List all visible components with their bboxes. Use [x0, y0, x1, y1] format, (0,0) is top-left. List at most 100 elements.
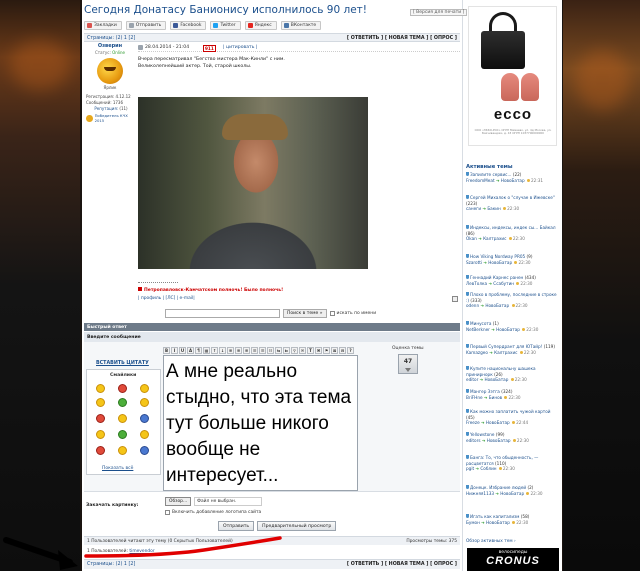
smile-icon[interactable]: [140, 398, 149, 407]
topic-author-link[interactable]: editors: [466, 438, 481, 443]
editor-toolbar-button[interactable]: ↓: [219, 346, 226, 354]
smile-icon[interactable]: [140, 384, 149, 393]
editor-toolbar-button[interactable]: ☰: [251, 346, 258, 354]
editor-toolbar-button[interactable]: I: [171, 346, 178, 354]
topic-last-poster-link[interactable]: Калтрахис: [494, 350, 517, 355]
active-topic-link[interactable]: How Viking Nordway PR05: [466, 254, 525, 259]
topic-last-poster-link[interactable]: НовоБатар: [486, 420, 510, 425]
editor-toolbar-button[interactable]: ≡: [243, 346, 250, 354]
topic-author-link[interactable]: Freeze: [466, 420, 480, 425]
topic-actions[interactable]: [ ОТВЕТИТЬ ] [ НОВАЯ ТЕМА ] [ ОПРОС ]: [347, 562, 457, 567]
active-topic-link[interactable]: Yellowstone: [466, 432, 495, 437]
smile-icon[interactable]: [140, 446, 149, 455]
topic-author-link[interactable]: pgit: [466, 466, 474, 471]
topic-rating-select[interactable]: 47: [398, 354, 418, 374]
preview-button[interactable]: Предварительный просмотр: [257, 521, 337, 531]
topic-last-poster-link[interactable]: НовоБатар: [485, 377, 509, 382]
topic-last-poster-link[interactable]: НовоБатар: [485, 303, 509, 308]
search-by-name-checkbox[interactable]: искать по имени: [329, 311, 376, 316]
insert-quote-link[interactable]: ВСТАВИТЬ ЦИТАТУ: [96, 361, 149, 366]
topic-last-poster-link[interactable]: НовоБатар: [487, 438, 511, 443]
active-topic-link[interactable]: Минусота: [466, 321, 491, 326]
topic-author-link[interactable]: Бумон: [466, 520, 480, 525]
quote-link[interactable]: | цитировать |: [223, 45, 257, 50]
topic-author-link[interactable]: odenn: [466, 303, 479, 308]
active-topic-link[interactable]: Индексы, индексы, индек сы... Байкал: [466, 225, 556, 230]
editor-toolbar-button[interactable]: ⚑: [323, 346, 330, 354]
editor-toolbar-button[interactable]: A: [187, 346, 194, 354]
browse-file-button[interactable]: Обзор...: [165, 497, 192, 506]
editor-toolbar-button[interactable]: ⚲: [291, 346, 298, 354]
editor-toolbar-button[interactable]: ↑: [211, 346, 218, 354]
topic-author-link[interactable]: BriFHne: [466, 395, 483, 400]
editor-toolbar-button[interactable]: ≡: [235, 346, 242, 354]
active-topic-link[interactable]: Геннадий Карнес ранен: [466, 275, 523, 280]
smile-icon[interactable]: [140, 414, 149, 423]
share-bookmark-button[interactable]: Закладки: [84, 21, 122, 30]
add-logo-checkbox[interactable]: Включить добавление логотипа сайта: [165, 510, 261, 515]
topic-last-poster-link[interactable]: Калтрахис: [483, 236, 506, 241]
share-twitter-button[interactable]: Twitter: [210, 21, 241, 30]
smile-icon[interactable]: [118, 398, 127, 407]
topic-author-link[interactable]: FreedomMeat: [466, 178, 495, 183]
topic-author-link[interactable]: editor: [466, 377, 478, 382]
smile-icon[interactable]: [96, 398, 105, 407]
editor-toolbar-button[interactable]: ▦: [203, 346, 210, 354]
editor-toolbar-button[interactable]: ≡: [227, 346, 234, 354]
active-topic-link[interactable]: Как можно заплатить чужой картой: [466, 409, 551, 414]
topic-last-poster-link[interactable]: НовоБатар: [501, 178, 525, 183]
editor-toolbar-button[interactable]: ☰: [259, 346, 266, 354]
smile-icon[interactable]: [96, 430, 105, 439]
smile-icon[interactable]: [118, 430, 127, 439]
topic-last-poster-link[interactable]: НовоБатар: [500, 491, 524, 496]
print-version-link[interactable]: [ Версия для печати ]: [410, 9, 468, 16]
send-button[interactable]: Отправить: [218, 521, 255, 531]
pagination-links[interactable]: Страницы: (2) 1 [2]: [87, 36, 135, 41]
scroll-top-icon[interactable]: [452, 296, 458, 302]
editor-toolbar-button[interactable]: ☷: [267, 346, 274, 354]
active-topic-link[interactable]: Мангер Зэтга: [466, 389, 500, 394]
smile-icon[interactable]: [118, 384, 127, 393]
share-send-button[interactable]: Отправить: [125, 21, 167, 30]
topic-author-link[interactable]: Нижняя1133: [466, 491, 494, 496]
editor-toolbar-button[interactable]: B: [163, 346, 170, 354]
topic-last-poster-link[interactable]: Ссабутин: [493, 281, 514, 286]
author-name[interactable]: Озверин: [84, 43, 136, 49]
active-topic-link[interactable]: Первый Супердрант для ЮТайр!: [466, 344, 542, 349]
topic-last-poster-link[interactable]: НовоБатар: [488, 260, 512, 265]
editor-toolbar-button[interactable]: ⊟: [339, 346, 346, 354]
active-topic-link[interactable]: Запилите сервис...: [466, 172, 511, 177]
editor-toolbar-button[interactable]: ⇇: [283, 346, 290, 354]
smile-icon[interactable]: [96, 414, 105, 423]
topic-search-button[interactable]: Поиск в теме »: [283, 309, 327, 318]
editor-toolbar-button[interactable]: ✉: [299, 346, 306, 354]
topic-author-link[interactable]: ЛевТолка: [466, 281, 487, 286]
editor-toolbar-button[interactable]: ⌘: [315, 346, 322, 354]
pagination-links[interactable]: Страницы: (2) 1 [2]: [87, 562, 135, 567]
topic-last-poster-link[interactable]: НовоБатар: [486, 520, 510, 525]
editor-toolbar-button[interactable]: U: [179, 346, 186, 354]
share-vk-button[interactable]: ВКонтакте: [280, 21, 322, 30]
topic-last-poster-link[interactable]: Соблин: [480, 466, 496, 471]
topic-last-poster-link[interactable]: Бинов: [489, 395, 502, 400]
smile-icon[interactable]: [96, 384, 105, 393]
share-facebook-button[interactable]: Facebook: [170, 21, 207, 30]
post-links[interactable]: | профиль | [ЛС] | e-mail|: [138, 296, 195, 301]
editor-toolbar-button[interactable]: ⊠: [331, 346, 338, 354]
active-topic-link[interactable]: Сергей Михалок о "случае в Ижевске": [466, 195, 555, 200]
topic-author-link[interactable]: санеги: [466, 206, 481, 211]
topic-author-link[interactable]: NetBerkner: [466, 327, 490, 332]
post-number[interactable]: 911: [203, 44, 216, 52]
active-topic-link[interactable]: Донецк. Избрание людей: [466, 485, 526, 490]
topic-author-link[interactable]: Okan: [466, 236, 477, 241]
topic-last-poster-link[interactable]: Бакин: [487, 206, 500, 211]
share-yandex-button[interactable]: Яндекс: [244, 21, 277, 30]
topic-last-poster-link[interactable]: НовоБатар: [496, 327, 520, 332]
editor-toolbar-button[interactable]: ¶: [195, 346, 202, 354]
topic-search-input[interactable]: [165, 309, 280, 318]
show-all-smiles-link[interactable]: Показать всё: [102, 466, 133, 471]
editor-toolbar-button[interactable]: T: [307, 346, 314, 354]
editor-toolbar-button[interactable]: ⇆: [275, 346, 282, 354]
active-topic-link[interactable]: Игать как капитализм: [466, 514, 519, 519]
smile-icon[interactable]: [118, 446, 127, 455]
